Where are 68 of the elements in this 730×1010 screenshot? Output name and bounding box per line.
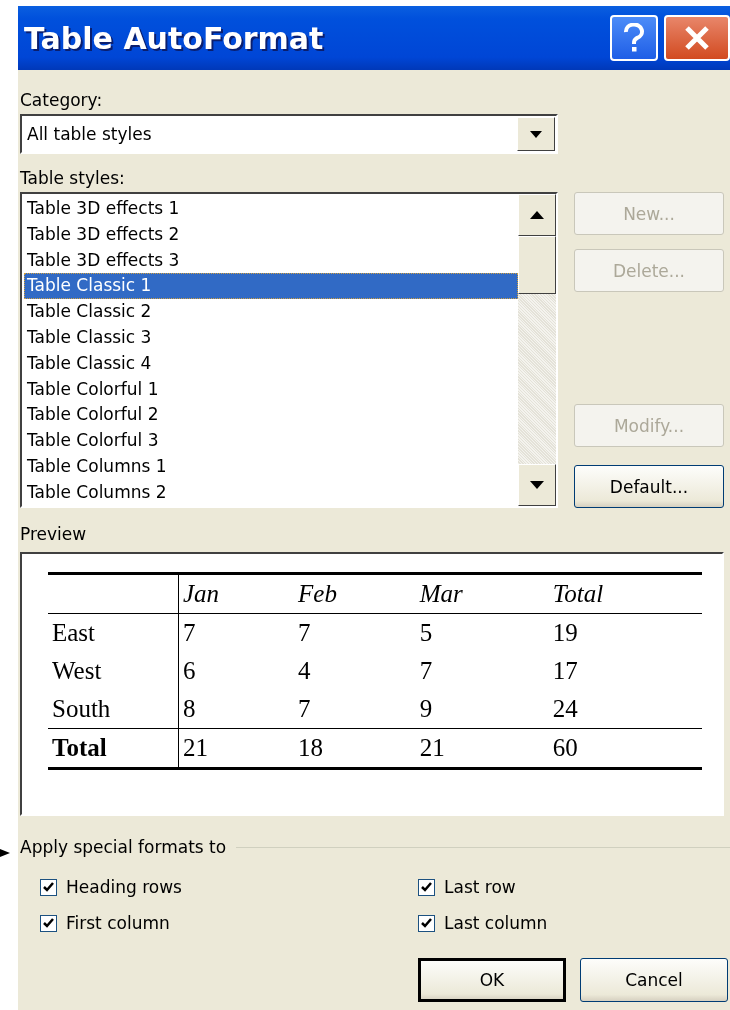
pointer-arrow-icon [0,848,10,858]
table-cell: 21 [178,728,295,769]
group-label: Apply special formats to [20,837,227,857]
close-icon [683,24,711,52]
checkbox[interactable] [418,914,435,932]
list-item[interactable]: Table Classic 2 [24,299,518,325]
list-item[interactable]: Table Colorful 2 [24,402,518,429]
table-cell: 7 [294,613,416,652]
column-header: Total [548,573,702,614]
checkbox-label: Last column [444,913,548,933]
checkbox[interactable] [40,914,57,932]
table-cell: 7 [178,613,295,652]
list-item[interactable]: Table Columns 1 [24,453,518,480]
checkbox-label: Heading rows [66,877,182,897]
column-header: Feb [294,573,416,614]
category-dropdown[interactable]: All table styles [20,114,558,154]
dialog-button[interactable]: OK [418,958,566,1002]
list-item[interactable]: Table Classic 3 [24,325,518,351]
list-item[interactable]: Table 3D effects 3 [24,247,518,274]
column-header: Jan [178,573,295,614]
table-cell: 18 [294,728,416,769]
checkbox[interactable] [40,878,57,896]
scroll-up-button[interactable] [518,194,556,236]
field-label: Table styles: [20,168,126,188]
style-action-button[interactable]: Default... [574,465,724,508]
list-item[interactable]: Table Classic 1 [24,273,518,300]
row-header: Total [48,728,179,769]
row-header: East [48,613,179,652]
table-cell-text: 4 [297,656,312,686]
caret-icon [530,481,544,489]
column-header: Mar [415,573,549,614]
dropdown-value: All table styles [27,124,152,144]
row-header: South [48,690,179,729]
field-label: Category: [20,90,104,110]
table-cell: 21 [415,728,549,769]
table-cell: 5 [415,613,549,652]
section-label: Preview [20,524,88,544]
table-cell-text: 7 [418,656,434,686]
caret-icon [530,211,544,219]
checkbox-label: First column [66,913,170,933]
close-button[interactable] [664,15,730,61]
table-cell: 7 [294,690,416,729]
scrollbar[interactable] [518,194,556,506]
list-item[interactable]: Table Classic 4 [24,350,518,377]
table-cell: 9 [415,690,549,729]
table-cell-text: 17 [551,656,579,686]
table-cell: 24 [548,690,702,729]
dialog-button[interactable]: Cancel [580,958,728,1002]
checkbox-label: Last row [444,877,516,897]
list-item[interactable]: Table Columns 2 [24,479,518,506]
list-item[interactable]: Table Colorful 3 [24,428,518,454]
caret-icon [530,130,542,138]
table-cell: 6 [178,652,295,690]
question-mark-icon [623,23,645,53]
table-cell: 60 [548,728,702,769]
row-header: West [48,652,179,690]
styles-listbox[interactable] [20,192,558,508]
scroll-thumb[interactable] [518,236,556,294]
table-cell: 19 [548,613,702,652]
scroll-down-button[interactable] [518,464,556,506]
table-cell: 8 [178,690,295,729]
list-item[interactable]: Table 3D effects 1 [24,196,518,222]
list-item[interactable]: Table 3D effects 2 [24,221,518,248]
dropdown-button[interactable] [517,117,555,151]
list-item[interactable]: Table Colorful 1 [24,376,518,403]
help-button[interactable] [610,15,658,61]
checkbox[interactable] [418,878,435,896]
window-title: Table AutoFormat [24,20,325,56]
